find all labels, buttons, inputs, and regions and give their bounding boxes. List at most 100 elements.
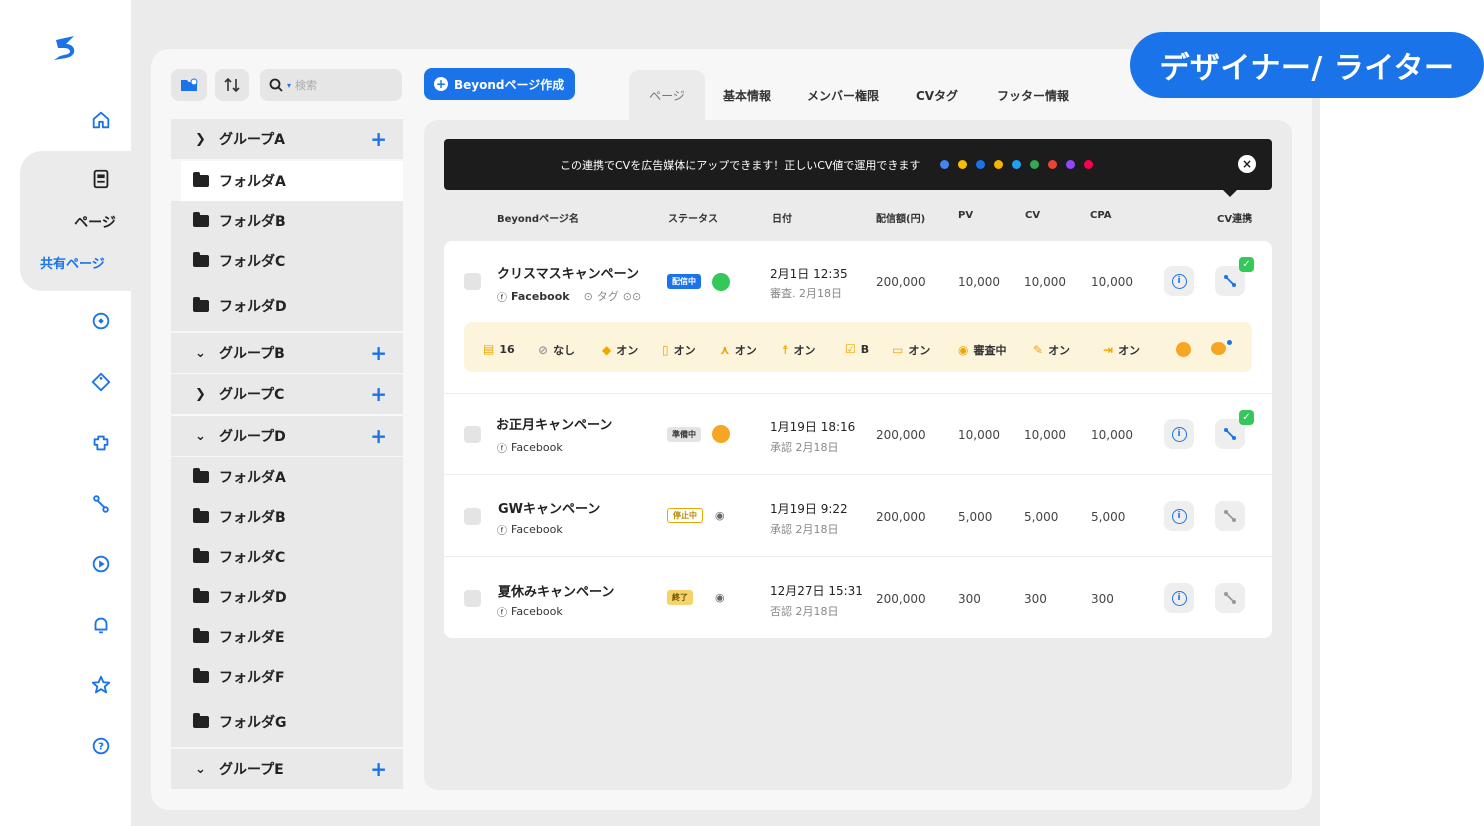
info-button[interactable]: i bbox=[1164, 419, 1194, 449]
tab-cv-tag[interactable]: CVタグ bbox=[906, 70, 968, 120]
create-beyond-page-button[interactable]: + Beyondページ作成 bbox=[424, 68, 575, 100]
group-label: グループC bbox=[219, 387, 285, 403]
folder-row[interactable]: フォルダA bbox=[181, 161, 403, 201]
row-divider bbox=[444, 393, 1272, 394]
sort-button[interactable] bbox=[215, 69, 249, 101]
chat-icon bbox=[1211, 342, 1226, 355]
page-icon[interactable] bbox=[88, 166, 114, 192]
row-checkbox[interactable] bbox=[464, 426, 481, 443]
tag-icon[interactable] bbox=[88, 369, 114, 395]
search-icon bbox=[269, 78, 283, 92]
home-icon[interactable] bbox=[88, 107, 114, 133]
folder-row[interactable]: フォルダF bbox=[171, 657, 403, 697]
group-row[interactable]: ⌄ グループD + bbox=[171, 416, 403, 456]
search-input[interactable] bbox=[295, 78, 386, 92]
role-badge: デザイナー/ ライター bbox=[1130, 32, 1484, 98]
campaign-name[interactable]: 夏休みキャンペーン bbox=[498, 581, 614, 600]
ad-platform-logo-icon bbox=[1066, 160, 1076, 169]
header-cv-link: CV連携 bbox=[1217, 214, 1253, 225]
folder-label: フォルダC bbox=[219, 254, 286, 270]
folder-label: フォルダD bbox=[219, 590, 287, 606]
campaign-name[interactable]: お正月キャンペーン bbox=[496, 414, 612, 433]
campaign-review: 否認 2月18日 bbox=[770, 605, 839, 618]
banner-text: この連携でCVを広告媒体にアップできます！正しいCV値で運用できます bbox=[560, 158, 921, 172]
add-folder-plus-icon[interactable]: + bbox=[370, 759, 387, 779]
strip-item: ⊘ なし bbox=[538, 342, 575, 358]
strip-item[interactable] bbox=[1176, 342, 1191, 357]
facebook-icon: ⓕ bbox=[497, 292, 507, 304]
info-button[interactable]: i bbox=[1164, 266, 1194, 296]
strip-item: ◉ 審査中 bbox=[958, 342, 1006, 358]
folder-row[interactable]: フォルダE bbox=[171, 617, 403, 657]
campaign-name[interactable]: クリスマスキャンペーン bbox=[497, 263, 639, 282]
row-checkbox[interactable] bbox=[464, 590, 481, 607]
search-dropdown-icon[interactable]: ▾ bbox=[287, 81, 291, 90]
plus-circle-icon: + bbox=[434, 77, 448, 91]
folder-row[interactable]: フォルダB bbox=[171, 497, 403, 537]
info-button[interactable]: i bbox=[1164, 583, 1194, 613]
puzzle-icon[interactable] bbox=[88, 430, 114, 456]
add-folder-plus-icon[interactable]: + bbox=[370, 426, 387, 446]
folder-row[interactable]: フォルダD bbox=[171, 281, 403, 331]
route-icon[interactable] bbox=[88, 491, 114, 517]
info-button[interactable]: i bbox=[1164, 501, 1194, 531]
header-cv: CV bbox=[1025, 210, 1041, 221]
folder-row[interactable]: フォルダC bbox=[171, 537, 403, 577]
rail-shared-page-label[interactable]: 共有ページ bbox=[40, 253, 105, 272]
group-label: グループE bbox=[219, 762, 284, 778]
search-box[interactable]: ▾ bbox=[260, 69, 402, 101]
add-folder-plus-icon[interactable]: + bbox=[370, 343, 387, 363]
group-row[interactable]: ⌄ グループE + bbox=[171, 749, 403, 789]
spend-value: 200,000 bbox=[876, 428, 926, 442]
ad-platform-logo-icon bbox=[940, 160, 950, 169]
group-row[interactable]: ❯ グループC + bbox=[171, 374, 403, 414]
folder-icon bbox=[193, 252, 209, 267]
folder-label: フォルダB bbox=[219, 214, 286, 230]
cv-link-button[interactable] bbox=[1215, 501, 1245, 531]
pv-value: 300 bbox=[958, 592, 981, 606]
pv-value: 5,000 bbox=[958, 510, 993, 524]
help-icon[interactable]: ? bbox=[88, 733, 114, 759]
campaign-name[interactable]: GWキャンペーン bbox=[498, 498, 600, 517]
tab-footer-info[interactable]: フッター情報 bbox=[988, 70, 1078, 120]
pv-value: 10,000 bbox=[958, 428, 1000, 442]
ad-platform-logo-icon bbox=[1030, 160, 1040, 169]
row-checkbox[interactable] bbox=[464, 273, 481, 290]
group-row[interactable]: ❯ グループA + bbox=[171, 119, 403, 159]
folder-row[interactable]: フォルダC bbox=[171, 241, 403, 281]
add-folder-plus-icon[interactable]: + bbox=[370, 129, 387, 149]
folder-row[interactable]: フォルダD bbox=[171, 577, 403, 617]
strip-value: 審査中 bbox=[973, 344, 1007, 357]
app-logo-icon[interactable] bbox=[48, 30, 84, 66]
close-icon[interactable]: × bbox=[1238, 155, 1256, 173]
cv-link-button[interactable] bbox=[1215, 583, 1245, 613]
header-page-name: Beyondページ名 bbox=[497, 214, 579, 225]
ad-platform-logo-icon bbox=[1048, 160, 1058, 169]
folder-row[interactable]: フォルダB bbox=[171, 201, 403, 241]
tab-page[interactable]: ページ bbox=[629, 70, 705, 120]
status-badge: 終了 bbox=[667, 590, 693, 605]
banner-pointer bbox=[1222, 189, 1238, 197]
cv-value: 10,000 bbox=[1024, 275, 1066, 289]
create-beyond-page-label: Beyondページ作成 bbox=[454, 77, 565, 92]
sync-icon[interactable] bbox=[88, 308, 114, 334]
play-icon[interactable] bbox=[88, 551, 114, 577]
bell-icon[interactable] bbox=[88, 612, 114, 638]
folder-row[interactable]: フォルダA bbox=[171, 457, 403, 497]
folder-icon bbox=[193, 588, 209, 603]
strip-item[interactable] bbox=[1211, 340, 1232, 355]
chevron-down-icon: ⌄ bbox=[195, 345, 206, 361]
add-folder-plus-icon[interactable]: + bbox=[370, 384, 387, 404]
info-icon: i bbox=[1171, 426, 1187, 442]
strip-value: オン bbox=[616, 344, 639, 357]
platform-label: Facebook bbox=[511, 605, 563, 618]
header-status: ステータス bbox=[668, 214, 718, 225]
tab-member-permissions[interactable]: メンバー権限 bbox=[800, 70, 886, 120]
review-icon: ◉ bbox=[958, 343, 969, 357]
star-icon[interactable] bbox=[88, 672, 114, 698]
new-folder-button[interactable] bbox=[171, 69, 207, 101]
group-row[interactable]: ⌄ グループB + bbox=[171, 333, 403, 373]
row-checkbox[interactable] bbox=[464, 508, 481, 525]
folder-row[interactable]: フォルダG bbox=[171, 697, 403, 747]
tab-basic-info[interactable]: 基本情報 bbox=[712, 70, 782, 120]
